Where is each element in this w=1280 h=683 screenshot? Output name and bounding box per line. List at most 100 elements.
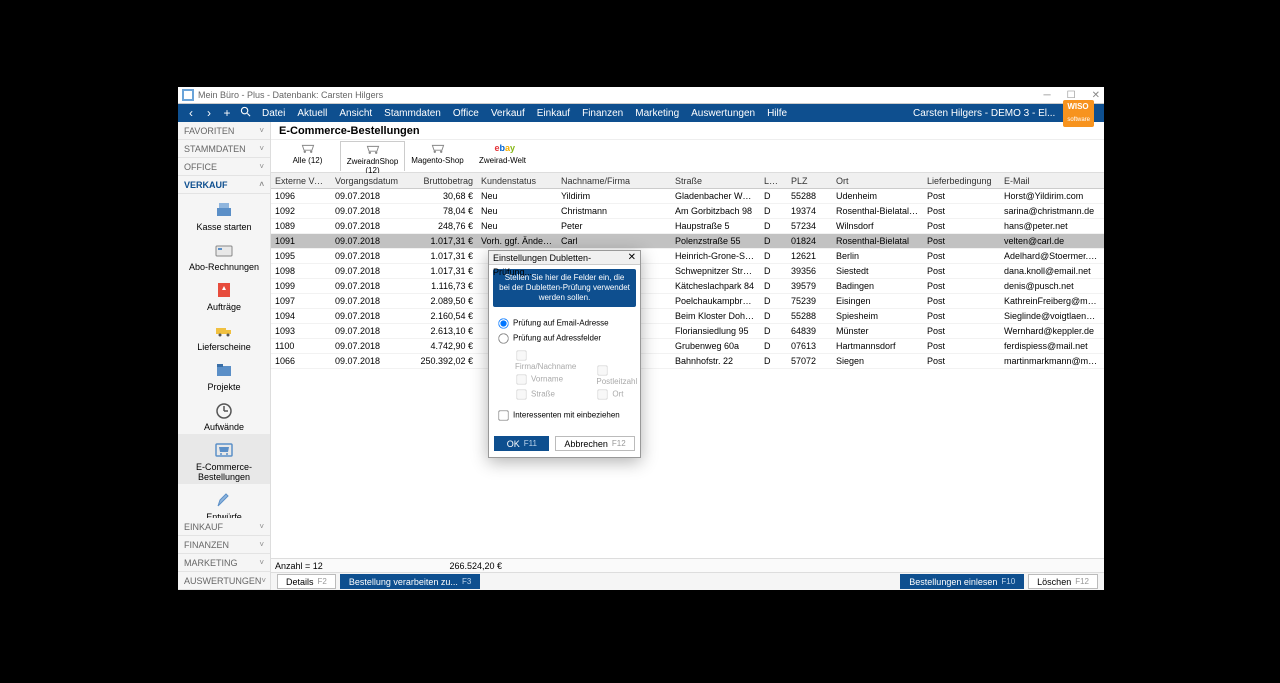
table-row[interactable]: 109809.07.20181.017,31 €Schwepnitzer Str… [271,264,1104,279]
orders-icon [214,280,234,300]
filter-tab-1[interactable]: ZweiradnShop (12) [340,141,405,171]
add-button[interactable]: + [218,104,236,122]
nav-forward-button[interactable]: › [200,104,218,122]
sidebar-section-auswertungen[interactable]: AUSWERTUNGEN˅ [178,572,270,590]
filter-tab-2[interactable]: Magento-Shop [405,141,470,171]
table-row[interactable]: 109509.07.20181.017,31 €Heinrich-Grone-S… [271,249,1104,264]
table-row[interactable]: 109409.07.20182.160,54 €Beim Kloster Doh… [271,309,1104,324]
total-sum: 266.524,20 € [440,559,502,572]
col-header[interactable]: Straße [671,173,760,188]
sidebar-section-marketing[interactable]: MARKETING˅ [178,554,270,572]
process-order-button[interactable]: Bestellung verarbeiten zu...F3 [340,574,480,589]
delete-button[interactable]: LöschenF12 [1028,574,1098,589]
cancel-button[interactable]: AbbrechenF12 [555,436,634,451]
table-row[interactable]: 109909.07.20181.116,73 €Kätcheslachpark … [271,279,1104,294]
menu-datei[interactable]: Datei [262,108,285,119]
menubar: ‹ › + Datei Aktuell Ansicht Stammdaten Offic… [178,104,1104,122]
projects-icon [214,360,234,380]
sidebar-item-projekte[interactable]: Projekte [178,354,270,394]
delivery-icon [214,320,234,340]
window-title: Mein Büro - Plus - Datenbank: Carsten Hi… [198,90,1044,100]
chk-plz: Postleitzahl [596,364,637,386]
total-count: Anzahl = 12 [275,559,440,572]
col-header[interactable]: Externe Vorgangs [271,173,331,188]
nav-back-button[interactable]: ‹ [182,104,200,122]
drafts-icon [214,490,234,510]
cart-icon [365,144,381,157]
table-row[interactable]: 109309.07.20182.613,10 €Floriansiedlung … [271,324,1104,339]
sidebar-section-favoriten[interactable]: FAVORITEN˅ [178,122,270,140]
table-row[interactable]: 108909.07.2018248,76 €NeuPeterHaupstraße… [271,219,1104,234]
menu-einkauf[interactable]: Einkauf [537,108,570,119]
sidebar-item-entw-rfe[interactable]: Entwürfe [178,484,270,518]
time-icon [214,400,234,420]
table-row[interactable]: 110009.07.20184.742,90 €Grubenweg 60aD07… [271,339,1104,354]
table-row[interactable]: 109109.07.20181.017,31 €Vorh. ggf. Änder… [271,234,1104,249]
totals-row: Anzahl = 12 266.524,20 € [271,558,1104,572]
col-header[interactable]: E-Mail [1000,173,1104,188]
chk-strasse: Straße [515,388,576,401]
close-icon[interactable]: ✕ [628,251,636,264]
sidebar-item-aufw-nde[interactable]: Aufwände [178,394,270,434]
app-icon [182,89,194,101]
menu-aktuell[interactable]: Aktuell [297,108,327,119]
chevron-down-icon: ˅ [259,536,264,554]
col-header[interactable]: PLZ [787,173,832,188]
table-row[interactable]: 106609.07.2018250.392,02 €Bahnhofstr. 22… [271,354,1104,369]
user-label[interactable]: Carsten Hilgers - DEMO 3 - El... [913,108,1055,119]
menu-marketing[interactable]: Marketing [635,108,679,119]
content-area: E-Commerce-Bestellungen Alle (12)Zweirad… [271,122,1104,590]
sidebar: FAVORITEN˅STAMMDATEN˅OFFICE˅ VERKAUF˄ Ka… [178,122,271,590]
page-title: E-Commerce-Bestellungen [271,122,1104,140]
col-header[interactable]: Bruttobetrag [415,173,477,188]
subscription-icon [214,240,234,260]
radio-address[interactable]: Prüfung auf Adressfelder [497,332,632,345]
read-orders-button[interactable]: Bestellungen einlesenF10 [900,574,1024,589]
sidebar-section-finanzen[interactable]: FINANZEN˅ [178,536,270,554]
sidebar-item-abo-rechnungen[interactable]: Abo-Rechnungen [178,234,270,274]
sidebar-section-verkauf[interactable]: VERKAUF˄ [178,176,270,194]
table-row[interactable]: 109209.07.201878,04 €NeuChristmannAm Gor… [271,204,1104,219]
details-button[interactable]: DetailsF2 [277,574,336,589]
sidebar-item-auftr-ge[interactable]: Aufträge [178,274,270,314]
radio-email[interactable]: Prüfung auf Email-Adresse [497,317,632,330]
ok-button[interactable]: OKF11 [494,436,549,451]
menu-verkauf[interactable]: Verkauf [491,108,525,119]
col-header[interactable]: Nachname/Firma [557,173,671,188]
chevron-down-icon: ˅ [259,158,264,176]
dialog-titlebar: Einstellungen Dubletten-Prüfung... ✕ [489,251,640,265]
chevron-down-icon: ˅ [259,518,264,536]
sidebar-section-stammdaten[interactable]: STAMMDATEN˅ [178,140,270,158]
col-header[interactable]: Land [760,173,787,188]
menu-auswertungen[interactable]: Auswertungen [691,108,755,119]
menu-finanzen[interactable]: Finanzen [582,108,623,119]
orders-table: Externe VorgangsVorgangsdatumBruttobetra… [271,173,1104,558]
menu-office[interactable]: Office [453,108,479,119]
cart-icon [300,143,316,156]
chk-vorname: Vorname [515,373,576,386]
chevron-down-icon: ˅ [259,554,264,572]
col-header[interactable]: Lieferbedingung [923,173,1000,188]
table-row[interactable]: 109609.07.201830,68 €NeuYildirimGladenba… [271,189,1104,204]
dialog-info-banner: Stellen Sie hier die Felder ein, die bei… [493,269,636,307]
chk-ort: Ort [596,388,637,401]
sidebar-item-kasse-starten[interactable]: Kasse starten [178,194,270,234]
search-button[interactable] [236,104,254,122]
menu-stammdaten[interactable]: Stammdaten [384,108,441,119]
cart-icon: ebay [495,143,511,156]
col-header[interactable]: Kundenstatus [477,173,557,188]
table-row[interactable]: 109709.07.20182.089,50 €Poelchaukampbrüc… [271,294,1104,309]
chk-interested[interactable]: Interessenten mit einbeziehen [497,409,632,422]
chk-firma: Firma/Nachname [515,349,576,371]
filter-tab-0[interactable]: Alle (12) [275,141,340,171]
col-header[interactable]: Vorgangsdatum [331,173,415,188]
menu-hilfe[interactable]: Hilfe [767,108,787,119]
sidebar-section-office[interactable]: OFFICE˅ [178,158,270,176]
footer-toolbar: DetailsF2 Bestellung verarbeiten zu...F3… [271,572,1104,590]
filter-tab-3[interactable]: ebayZweirad-Welt [470,141,535,171]
menu-ansicht[interactable]: Ansicht [339,108,372,119]
col-header[interactable]: Ort [832,173,923,188]
sidebar-item-e-commerce-bestellungen[interactable]: E-Commerce-Bestellungen [178,434,270,484]
sidebar-section-einkauf[interactable]: EINKAUF˅ [178,518,270,536]
sidebar-item-lieferscheine[interactable]: Lieferscheine [178,314,270,354]
